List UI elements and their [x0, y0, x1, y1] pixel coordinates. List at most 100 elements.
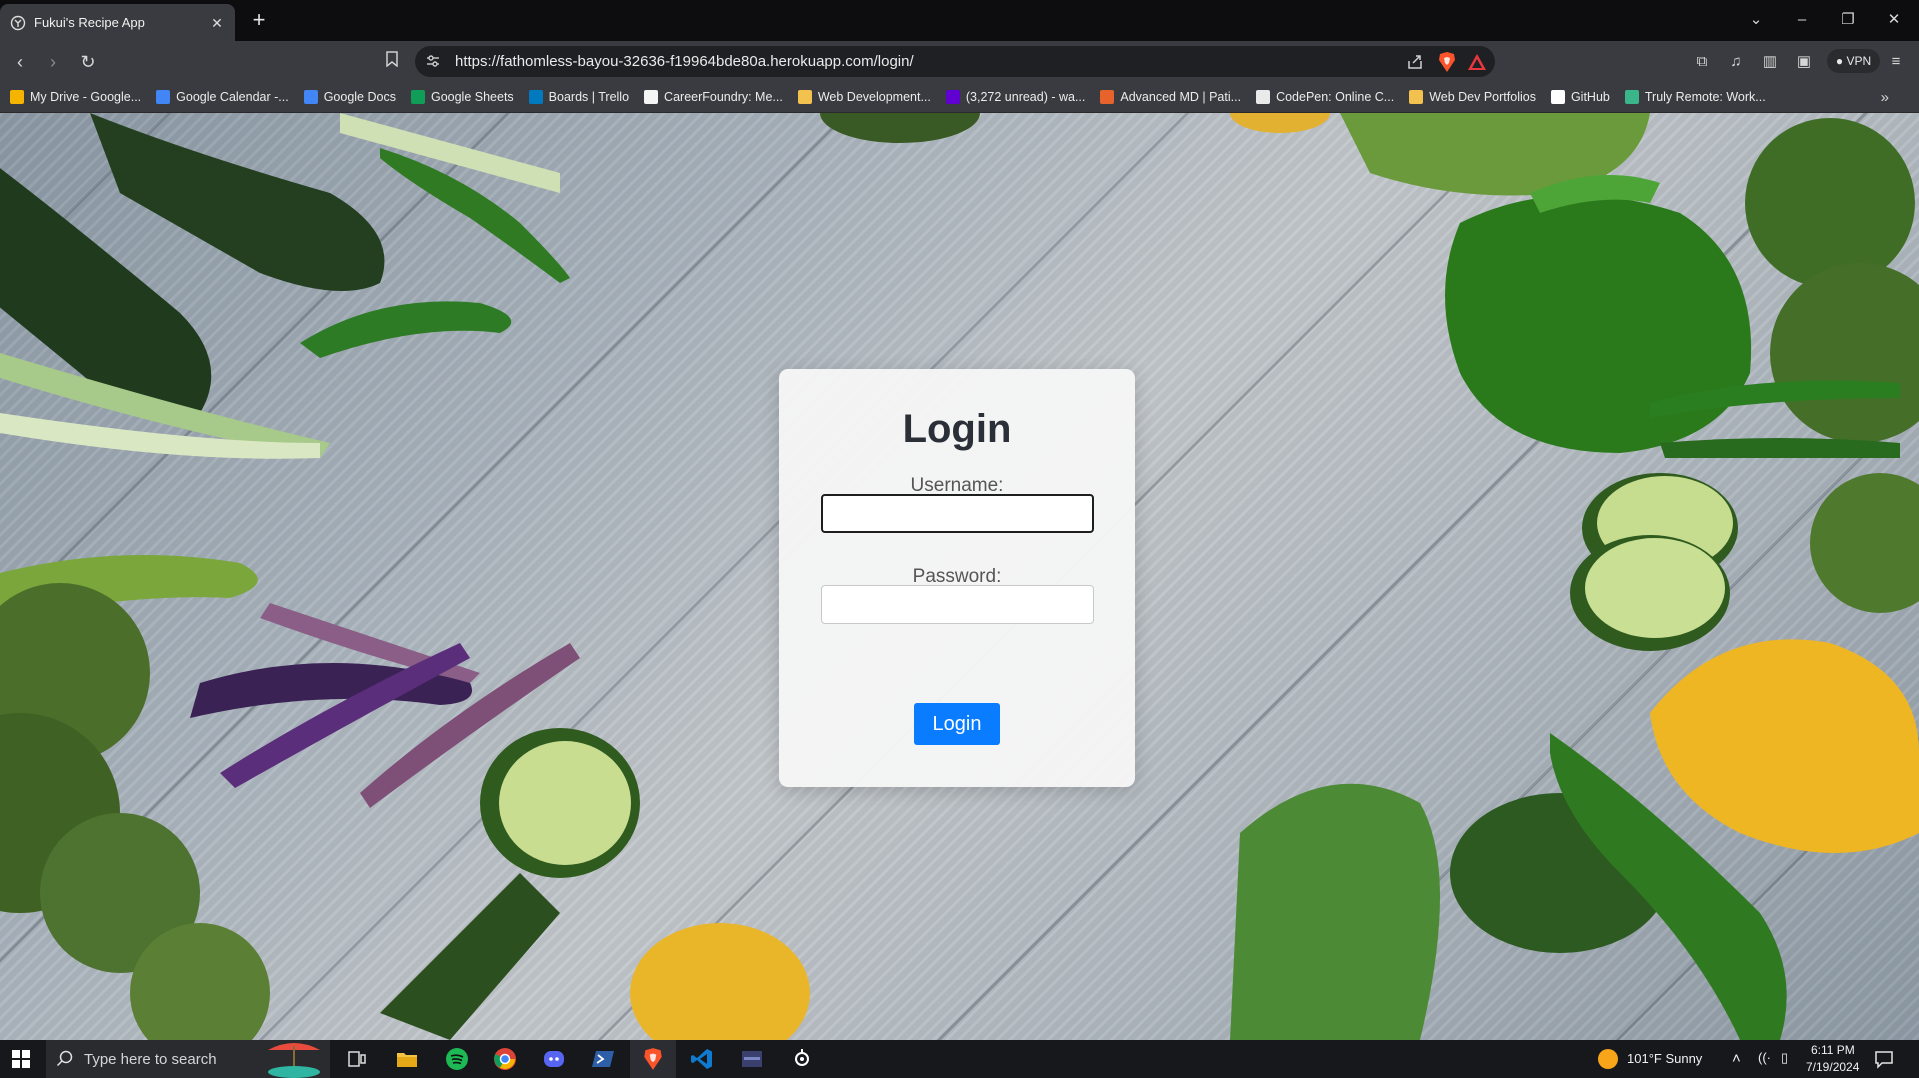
- task-view-icon[interactable]: [345, 1047, 369, 1071]
- back-icon[interactable]: ‹: [8, 50, 32, 74]
- bookmark-favicon-icon: [303, 90, 318, 104]
- bookmark-item[interactable]: Web Development...: [797, 82, 931, 113]
- battery-icon[interactable]: ▯: [1781, 1050, 1788, 1066]
- minimize-icon[interactable]: –: [1790, 8, 1814, 32]
- username-input[interactable]: [821, 494, 1094, 533]
- bookmark-item[interactable]: CodePen: Online C...: [1256, 82, 1394, 113]
- windows-start-icon[interactable]: [12, 1050, 30, 1068]
- reload-icon[interactable]: ↻: [76, 50, 100, 74]
- restore-icon[interactable]: ❐: [1836, 8, 1860, 32]
- bookmark-label: (3,272 unread) - wa...: [965, 90, 1086, 104]
- bookmark-label: Web Development...: [817, 90, 931, 104]
- wallet-icon[interactable]: ▣: [1793, 51, 1815, 73]
- sidebar-icon[interactable]: ▥: [1759, 51, 1781, 73]
- search-highlight-icon: [268, 1043, 320, 1078]
- vpn-status-icon: ●: [1835, 54, 1844, 68]
- close-window-icon[interactable]: ✕: [1882, 8, 1906, 32]
- bookmark-item[interactable]: Google Sheets: [410, 82, 514, 113]
- broccoli-image: [0, 583, 270, 1040]
- vpn-button[interactable]: ● VPN: [1827, 49, 1880, 73]
- new-tab-button[interactable]: +: [247, 8, 271, 32]
- bookmark-label: Web Dev Portfolios: [1429, 90, 1536, 104]
- weather-text[interactable]: 101°F Sunny: [1627, 1051, 1702, 1066]
- bookmark-item[interactable]: Advanced MD | Pati...: [1100, 82, 1241, 113]
- powershell-icon[interactable]: [591, 1047, 615, 1071]
- password-input[interactable]: [821, 585, 1094, 624]
- taskbar-search-box[interactable]: Type here to search: [46, 1040, 330, 1078]
- steelseries-icon[interactable]: [790, 1047, 814, 1071]
- bookmark-item[interactable]: CareerFoundry: Me...: [644, 82, 783, 113]
- bookmark-icon[interactable]: [382, 51, 402, 71]
- bookmark-label: Google Docs: [323, 90, 396, 104]
- windows-taskbar: Type here to search 101°F Sunny ˄ ((· ▯ …: [0, 1040, 1919, 1078]
- login-button[interactable]: Login: [914, 703, 1000, 745]
- bookmarks-bar: My Drive - Google... Google Calendar -...…: [0, 82, 1919, 113]
- bookmark-label: My Drive - Google...: [30, 90, 142, 104]
- bookmark-favicon-icon: [1409, 90, 1424, 104]
- spotify-icon[interactable]: [445, 1047, 469, 1071]
- bookmark-favicon-icon: [1624, 90, 1639, 104]
- browser-toolbar: ‹ › ↻ https://fathomless-bayou-32636-f19…: [0, 41, 1919, 82]
- chrome-icon[interactable]: [493, 1047, 517, 1071]
- globe-icon: [10, 15, 26, 30]
- forward-icon[interactable]: ›: [41, 50, 65, 74]
- more-bookmarks-icon[interactable]: »: [1881, 89, 1889, 106]
- bookmark-item[interactable]: Boards | Trello: [528, 82, 630, 113]
- bookmark-favicon-icon: [644, 90, 659, 104]
- share-icon[interactable]: [1405, 52, 1425, 72]
- search-icon: [56, 1050, 73, 1067]
- brave-taskbar-active[interactable]: [630, 1040, 676, 1078]
- bookmark-favicon-icon: [945, 90, 960, 104]
- right-corn-image: [1650, 639, 1919, 853]
- brave-shields-icon[interactable]: [1437, 51, 1457, 73]
- bookmark-item[interactable]: Web Dev Portfolios: [1409, 82, 1536, 113]
- bookmark-label: Truly Remote: Work...: [1644, 90, 1766, 104]
- bookmark-favicon-icon: [156, 90, 171, 104]
- vpn-label: VPN: [1846, 54, 1872, 68]
- brave-rewards-icon[interactable]: [1467, 52, 1487, 72]
- file-explorer-icon[interactable]: [395, 1047, 419, 1071]
- bookmark-item[interactable]: (3,272 unread) - wa...: [945, 82, 1086, 113]
- clock-date[interactable]: 7/19/2024: [1806, 1060, 1859, 1074]
- brave-browser-icon: [644, 1048, 662, 1070]
- bookmark-item[interactable]: Google Docs: [303, 82, 396, 113]
- top-veggies-image: [820, 113, 1650, 196]
- bookmark-favicon-icon: [1550, 90, 1565, 104]
- cucumber-slice-image: [380, 728, 640, 1040]
- bookmark-favicon-icon: [1256, 90, 1271, 104]
- broccoli-right-image: [1745, 118, 1919, 613]
- site-settings-icon[interactable]: [425, 53, 441, 69]
- menu-icon[interactable]: ≡: [1885, 51, 1907, 73]
- close-tab-icon[interactable]: ✕: [209, 15, 225, 31]
- bookmark-item[interactable]: My Drive - Google...: [10, 82, 141, 113]
- weather-sun-icon: [1598, 1049, 1618, 1069]
- login-title: Login: [902, 407, 1012, 451]
- bookmark-item[interactable]: GitHub: [1550, 82, 1610, 113]
- login-card: Login Username: Password: Login: [779, 369, 1135, 787]
- bookmark-label: Google Calendar -...: [176, 90, 289, 104]
- clock-time[interactable]: 6:11 PM: [1811, 1043, 1855, 1057]
- login-page: Login Username: Password: Login: [0, 113, 1919, 1040]
- url-text[interactable]: https://fathomless-bayou-32636-f19964bde…: [455, 53, 914, 70]
- vscode-icon[interactable]: [690, 1047, 714, 1071]
- bell-pepper-image: [1445, 175, 1752, 453]
- network-icon[interactable]: ((·: [1758, 1050, 1771, 1065]
- bookmark-label: Google Sheets: [430, 90, 514, 104]
- bookmark-favicon-icon: [410, 90, 425, 104]
- bookmark-favicon-icon: [10, 90, 24, 104]
- media-icon[interactable]: ♫: [1725, 51, 1747, 73]
- terminal-app-icon[interactable]: [740, 1047, 764, 1071]
- bookmark-label: Boards | Trello: [548, 90, 630, 104]
- address-bar[interactable]: https://fathomless-bayou-32636-f19964bde…: [386, 46, 1495, 77]
- tray-expand-icon[interactable]: ˄: [1732, 1050, 1741, 1067]
- discord-icon[interactable]: [542, 1047, 566, 1071]
- extensions-icon[interactable]: ⧉: [1691, 51, 1713, 73]
- bookmark-item[interactable]: Google Calendar -...: [156, 82, 289, 113]
- bookmark-label: GitHub: [1570, 90, 1610, 104]
- bookmark-item[interactable]: Truly Remote: Work...: [1624, 82, 1766, 113]
- tab-search-icon[interactable]: ⌄: [1744, 8, 1768, 32]
- tab-active[interactable]: Fukui's Recipe App ✕: [0, 4, 235, 41]
- tab-title: Fukui's Recipe App: [34, 15, 145, 30]
- notifications-icon[interactable]: [1872, 1047, 1896, 1071]
- corn-image: [630, 923, 810, 1040]
